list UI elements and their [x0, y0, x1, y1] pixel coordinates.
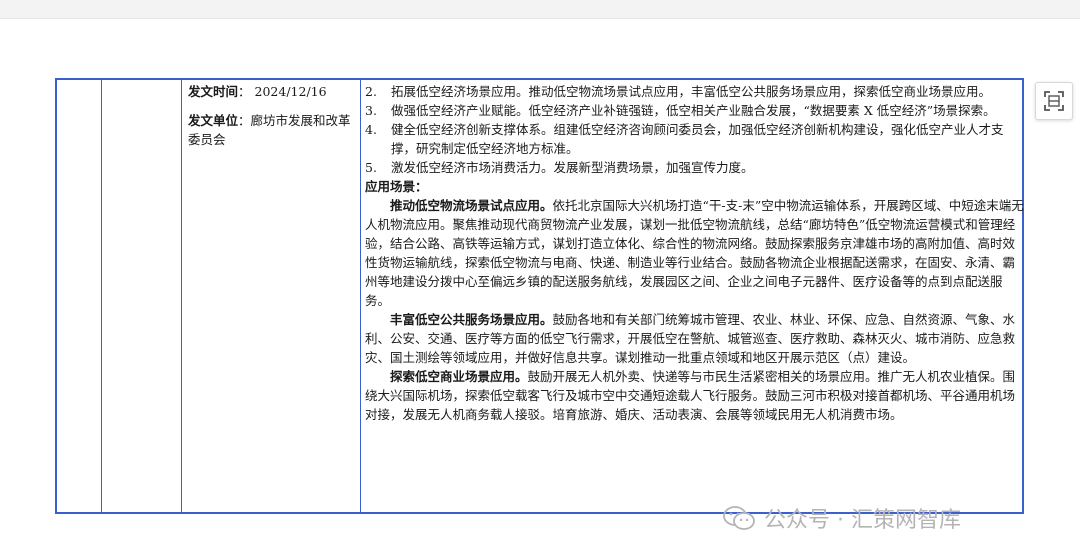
issue-date-label: 发文时间	[188, 84, 239, 99]
scan-icon	[1044, 91, 1064, 111]
paragraph-lead: 探索低空商业场景应用。	[390, 369, 528, 384]
scenario-paragraph: 推动低空物流场景试点应用。依托北京国际大兴机场打造“干-支-末”空中物流运输体系…	[365, 198, 1024, 308]
table-column-divider	[101, 80, 102, 512]
paragraph-lead: 丰富低空公共服务场景应用。	[390, 312, 553, 327]
watermark-text: 公众号 · 汇策网智库	[764, 508, 961, 533]
scan-button[interactable]	[1035, 82, 1073, 120]
scenario-paragraph: 探索低空商业场景应用。鼓励开展无人机外卖、快递等与市民生活紧密相关的场景应用。推…	[365, 369, 1016, 422]
table-column-divider	[181, 80, 182, 512]
page-top-edge	[0, 0, 1080, 19]
table-column-divider	[360, 80, 361, 512]
list-item: 4. 健全低空经济创新支撑体系。组建低空经济咨询顾问委员会，加强低空经济创新机构建…	[365, 122, 1004, 156]
wechat-icon	[723, 506, 755, 530]
issuing-unit-label: 发文单位	[188, 113, 239, 128]
paragraph-lead: 推动低空物流场景试点应用。	[390, 198, 553, 213]
scenario-paragraph: 丰富低空公共服务场景应用。鼓励各地和有关部门统筹城市管理、农业、林业、环保、应急…	[365, 312, 1016, 365]
list-item: 5. 激发低空经济市场消费活力。发展新型消费场景，加强宣传力度。	[365, 160, 754, 175]
list-item: 3. 做强低空经济产业赋能。低空经济产业补链强链，低空相关产业融合发展，“数据要素…	[365, 103, 996, 118]
document-table: 发文时间： 2024/12/16 发文单位：廊坊市发展和改革委员会 2. 拓展低空…	[55, 78, 1024, 514]
issue-date-value: 2024/12/16	[254, 84, 327, 99]
issuing-unit: 发文单位：廊坊市发展和改革委员会	[188, 113, 351, 147]
document-meta: 发文时间： 2024/12/16 发文单位：廊坊市发展和改革委员会	[188, 82, 360, 159]
document-body: 2. 拓展低空经济场景应用。推动低空物流场景试点应用，丰富低空公共服务场景应用，探…	[365, 82, 1025, 424]
list-item: 2. 拓展低空经济场景应用。推动低空物流场景试点应用，丰富低空公共服务场景应用，探…	[365, 84, 992, 99]
section-heading: 应用场景：	[365, 179, 428, 194]
watermark: 公众号 · 汇策网智库	[722, 500, 961, 536]
issue-date: 发文时间： 2024/12/16	[188, 84, 327, 99]
